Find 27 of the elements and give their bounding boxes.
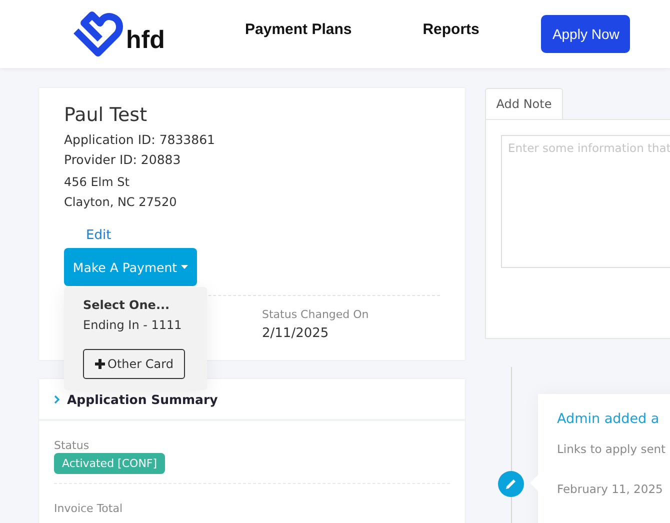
note-tab[interactable]: Add Note (485, 88, 563, 119)
edit-link[interactable]: Edit (86, 228, 112, 243)
invoice-total-label: Invoice Total (54, 502, 124, 515)
logo-text: hfd (126, 28, 165, 53)
address-line: 456 Elm St (64, 174, 130, 191)
status-label: Status (54, 439, 90, 452)
nav-link[interactable]: Payment Plans (245, 20, 352, 38)
menu-heading: Select One... (83, 297, 171, 314)
event-text: Links to apply sent (557, 442, 667, 456)
other-card-button[interactable]: Other Card (83, 349, 185, 379)
status-changed-label: Status Changed On (262, 308, 370, 321)
logo-icon (72, 11, 124, 57)
menu-item[interactable]: Ending In - 1111 (83, 314, 207, 336)
provider-id: Provider ID: 20883 (64, 151, 182, 169)
address-line: Clayton, NC 27520 (64, 194, 178, 211)
status-changed-date: 2/11/2025 (262, 326, 330, 341)
nav-link[interactable]: Reports (422, 20, 480, 38)
chevron-icon[interactable] (54, 394, 60, 404)
edit-pencil-icon (498, 471, 524, 497)
section-title[interactable]: Application Summary (67, 392, 218, 406)
status-badge: Activated [CONF] (54, 453, 166, 474)
event-date: February 11, 2025 (557, 482, 664, 496)
plus-icon (94, 359, 105, 369)
caret-icon (181, 265, 188, 269)
customer-name: Paul Test (64, 104, 148, 126)
apply-now-button[interactable]: Apply Now (541, 15, 630, 53)
application-id: Application ID: 7833861 (64, 131, 216, 149)
